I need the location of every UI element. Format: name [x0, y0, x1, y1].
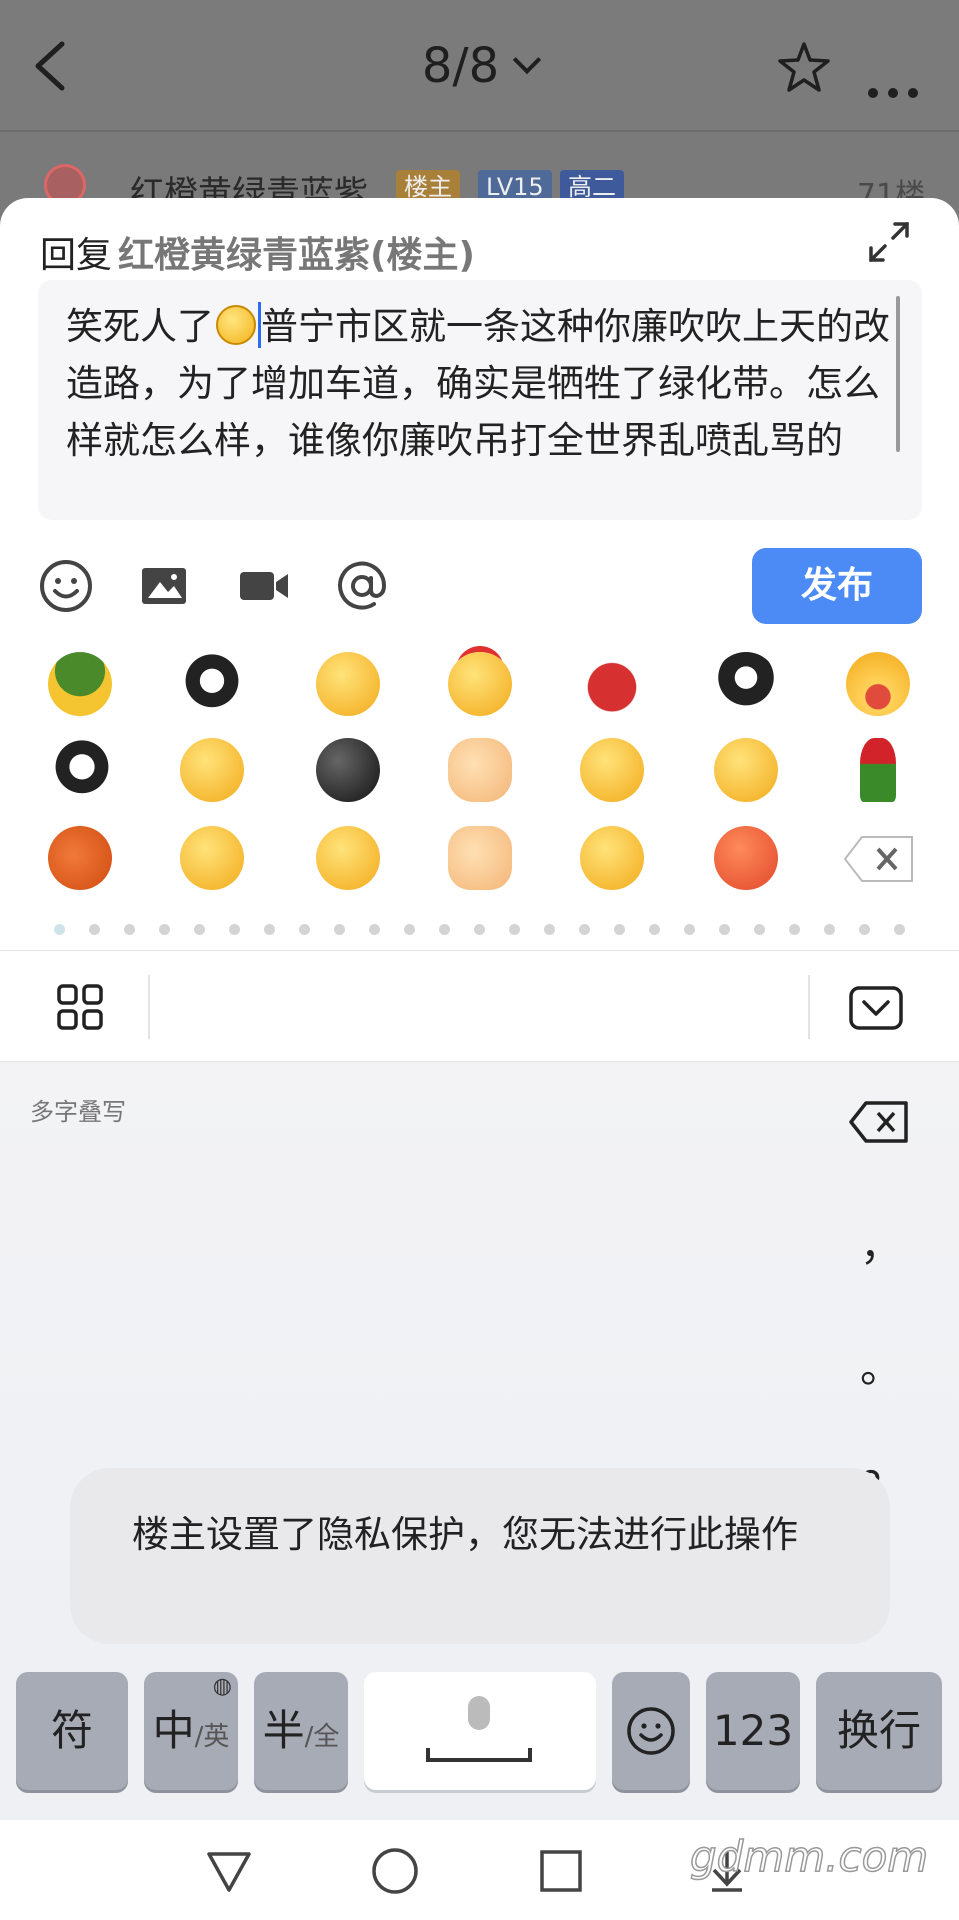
- delete-emoji-icon[interactable]: [842, 834, 916, 884]
- emoji-page-indicator: [0, 920, 959, 936]
- fist-emoji-icon[interactable]: [448, 826, 512, 890]
- language-switch-key[interactable]: 中/英 ◍: [144, 1672, 238, 1790]
- divider: [808, 975, 810, 1039]
- ok-hand-emoji-icon[interactable]: [448, 738, 512, 802]
- period-key[interactable]: 。: [860, 1334, 902, 1395]
- grin-emoji-icon: [216, 305, 256, 345]
- bomb-emoji-icon[interactable]: [316, 738, 380, 802]
- width-switch-key[interactable]: 半/全: [254, 1672, 348, 1790]
- image-icon[interactable]: [136, 558, 192, 614]
- width-sub-label: /全: [304, 1722, 340, 1752]
- space-icon: [426, 1748, 532, 1762]
- watermark-text: gdmm.com: [689, 1831, 929, 1882]
- wave-emoji-icon[interactable]: [180, 738, 244, 802]
- toast-message: 楼主设置了隐私保护，您无法进行此操作: [70, 1468, 890, 1644]
- recents-square-icon[interactable]: [536, 1846, 586, 1896]
- space-key[interactable]: [364, 1672, 596, 1790]
- mention-icon[interactable]: [334, 558, 390, 614]
- ladybug-emoji-icon[interactable]: [580, 652, 644, 716]
- width-main-label: 半: [262, 1706, 305, 1755]
- divider: [148, 975, 150, 1039]
- 666-emoji-icon[interactable]: [448, 652, 512, 716]
- emoji-icon[interactable]: [38, 558, 94, 614]
- back-triangle-icon[interactable]: [204, 1846, 254, 1896]
- keyboard-toolbar: [0, 950, 959, 1062]
- star-icon[interactable]: [776, 40, 832, 96]
- numbers-key[interactable]: 123: [706, 1672, 800, 1790]
- grid-menu-icon[interactable]: [56, 983, 104, 1031]
- language-main-label: 中: [152, 1706, 195, 1755]
- video-icon[interactable]: [236, 558, 292, 614]
- penguin-cry-emoji-icon[interactable]: [714, 652, 778, 716]
- penguin-small-emoji-icon[interactable]: [180, 652, 244, 716]
- language-sub-label: /英: [194, 1722, 230, 1752]
- reply-input-text[interactable]: 笑死人了 普宁市区就一条这种你廉吹吹上天的改造路，为了增加车道，确实是牺牲了绿化带…: [66, 298, 898, 492]
- grin-emoji-icon[interactable]: [580, 738, 644, 802]
- rose-emoji-icon[interactable]: [860, 738, 896, 802]
- angry-emoji-icon[interactable]: [714, 826, 778, 890]
- publish-button[interactable]: 发布: [752, 548, 922, 624]
- chevron-down-icon: [512, 45, 542, 75]
- more-options-icon[interactable]: [868, 62, 928, 108]
- keyboard-bottom-row: 符 中/英 ◍ 半/全 123 换行: [0, 1670, 959, 1820]
- home-circle-icon[interactable]: [370, 1846, 420, 1896]
- penguin-emoji-icon[interactable]: [50, 738, 114, 802]
- facepalm-emoji-icon[interactable]: [316, 652, 380, 716]
- watermelon-emoji-icon[interactable]: [846, 652, 910, 716]
- top-bar: 8/8: [0, 0, 959, 132]
- microphone-icon: [468, 1696, 490, 1730]
- emoji-grid: [0, 644, 959, 904]
- think-emoji-icon[interactable]: [714, 738, 778, 802]
- expand-icon[interactable]: [867, 220, 911, 264]
- reply-toolbar: 发布: [0, 548, 959, 628]
- comma-key[interactable]: ，: [860, 1212, 902, 1273]
- turtle-emoji-icon[interactable]: [48, 652, 112, 716]
- input-scrollbar[interactable]: [896, 296, 900, 452]
- emoji-key[interactable]: [612, 1672, 690, 1790]
- enter-key[interactable]: 换行: [816, 1672, 942, 1790]
- ping-pong-emoji-icon[interactable]: [48, 826, 112, 890]
- page-indicator-text: 8/8: [421, 38, 500, 94]
- smiley-icon: [627, 1707, 675, 1755]
- reply-header: 回复 红橙黄绿青蓝紫(楼主): [40, 226, 475, 278]
- reply-prefix: 回复: [40, 235, 113, 276]
- reply-input[interactable]: 笑死人了 普宁市区就一条这种你廉吹吹上天的改造路，为了增加车道，确实是牺牲了绿化带…: [38, 280, 922, 520]
- backspace-icon[interactable]: [848, 1100, 910, 1144]
- handwriting-mode-label[interactable]: 多字叠写: [30, 1092, 126, 1127]
- globe-icon: ◍: [212, 1674, 232, 1699]
- post-author-row: 红橙黄绿青蓝紫 楼主 LV15 高二 71楼: [0, 134, 959, 214]
- symbol-key[interactable]: 符: [16, 1672, 128, 1790]
- cute-emoji-icon[interactable]: [316, 826, 380, 890]
- hide-keyboard-icon[interactable]: [848, 985, 904, 1031]
- toast-text: 楼主设置了隐私保护，您无法进行此操作: [132, 1513, 798, 1556]
- reply-target: 红橙黄绿青蓝紫(楼主): [118, 235, 475, 276]
- shy-emoji-icon[interactable]: [180, 826, 244, 890]
- reply-text-start: 笑死人了: [66, 305, 214, 348]
- reply-sheet: 回复 红橙黄绿青蓝紫(楼主) 笑死人了 普宁市区就一条这种你廉吹吹上天的改造路，为了…: [0, 198, 959, 950]
- giggle-emoji-icon[interactable]: [580, 826, 644, 890]
